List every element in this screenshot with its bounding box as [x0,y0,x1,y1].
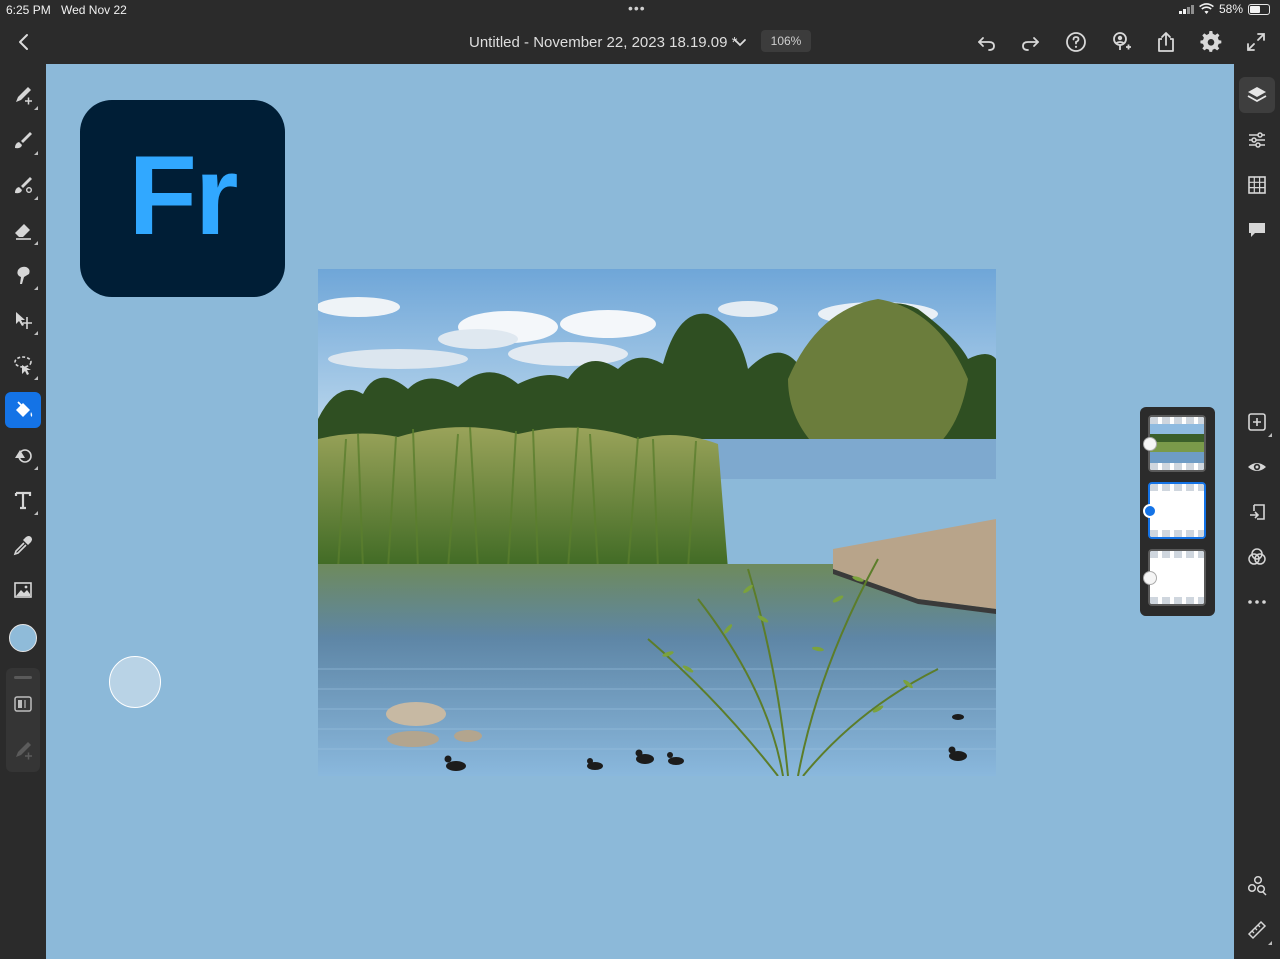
grid-icon[interactable] [1239,167,1275,203]
battery-icon [1248,3,1270,15]
status-indicators: 58% [1178,2,1270,16]
status-date: Wed Nov 22 [61,3,127,17]
right-toolbar [1234,64,1280,959]
lake-photo[interactable] [318,269,996,776]
layer-properties-icon[interactable] [1239,122,1275,158]
split-view-icon[interactable] [5,686,41,722]
more-options-icon[interactable] [1239,584,1275,620]
fresco-app-logo: Fr [80,100,285,297]
status-bar: 6:25 PM Wed Nov 22 ••• 58% [0,0,1280,20]
text-icon[interactable] [5,482,41,518]
undo-icon[interactable] [974,30,998,54]
eyedropper-icon[interactable] [5,527,41,563]
vector-brush-icon[interactable] [5,167,41,203]
add-layer-icon[interactable] [1239,404,1275,440]
selection-lasso-icon[interactable] [5,347,41,383]
document-title[interactable]: Untitled - November 22, 2023 18.19.09 * [469,34,738,51]
invite-user-icon[interactable] [1109,30,1133,54]
fresco-logo-text: Fr [128,133,239,258]
layers-icon[interactable] [1239,77,1275,113]
lake-with-reeds-trees-and-coots-photo [318,269,996,776]
comments-icon[interactable] [1239,212,1275,248]
cellular-signal-icon [1178,4,1194,14]
ruler-icon[interactable] [1239,912,1275,948]
chevron-down-icon[interactable] [732,34,748,50]
import-layer-icon[interactable] [1239,494,1275,530]
assets-icon[interactable] [1239,867,1275,903]
drawing-canvas[interactable]: Fr [46,64,1234,959]
pixel-layer-badge-icon [1143,571,1157,585]
share-icon[interactable] [1154,30,1178,54]
left-toolbar [0,64,46,959]
blend-mode-icon[interactable] [1239,539,1275,575]
fullscreen-icon[interactable] [1244,30,1268,54]
layers-thumbnail-panel [1140,407,1215,616]
redo-icon[interactable] [1019,30,1043,54]
fill-bucket-icon[interactable] [5,392,41,428]
image-layer-badge-icon [1143,437,1157,451]
status-time: 6:25 PM [6,3,51,17]
app-top-bar: Untitled - November 22, 2023 18.19.09 * … [0,20,1280,64]
eraser-icon[interactable] [5,212,41,248]
settings-gear-icon[interactable] [1199,30,1223,54]
pixel-layer-badge-icon [1143,504,1157,518]
shapes-icon[interactable] [5,437,41,473]
smudge-icon[interactable] [5,257,41,293]
drag-handle[interactable] [14,676,32,679]
tool-options-panel [6,668,40,772]
brush-cursor-circle [109,656,161,708]
back-chevron-icon[interactable] [12,30,36,54]
modifier-icon[interactable] [5,732,41,768]
current-color-swatch[interactable] [9,624,37,652]
battery-percentage: 58% [1218,2,1243,16]
help-icon[interactable] [1064,30,1088,54]
multitasking-dots[interactable]: ••• [628,0,646,16]
wifi-icon [1199,3,1214,14]
visibility-eye-icon[interactable] [1239,449,1275,485]
zoom-level[interactable]: 106% [761,30,811,52]
place-image-icon[interactable] [5,572,41,608]
transform-icon[interactable] [5,302,41,338]
pixel-brush-icon[interactable] [5,77,41,113]
live-brush-icon[interactable] [5,122,41,158]
